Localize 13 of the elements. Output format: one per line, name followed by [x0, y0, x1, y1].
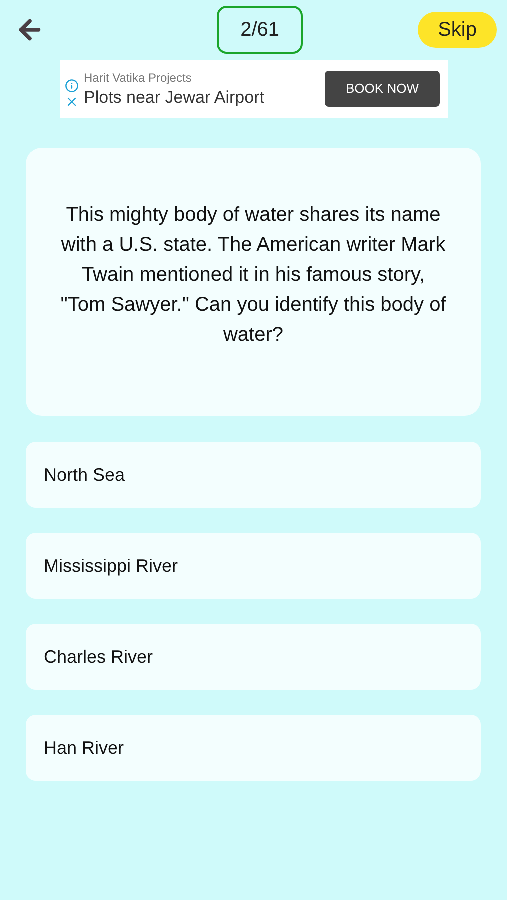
question-text: This mighty body of water shares its name with a U.S. state. The American writer Mark Twain mentioned it in his famous story, "Tom Sawyer." Can you identify this body of water?	[60, 203, 447, 348]
ad-banner[interactable]: Harit Vatika Projects Plots near Jewar Airport BOOK NOW	[60, 60, 448, 118]
info-icon[interactable]	[65, 79, 79, 93]
answer-option[interactable]: North Sea	[26, 442, 481, 508]
skip-button[interactable]: Skip	[418, 12, 497, 48]
ad-advertiser: Harit Vatika Projects	[84, 70, 193, 88]
close-icon[interactable]	[65, 95, 79, 109]
answer-option[interactable]: Han River	[26, 715, 481, 781]
ad-headline: Plots near Jewar Airport	[84, 87, 266, 109]
progress-counter: 2/61	[217, 6, 304, 54]
answer-option[interactable]: Mississippi River	[26, 533, 481, 599]
answer-option[interactable]: Charles River	[26, 624, 481, 690]
book-now-button[interactable]: BOOK NOW	[325, 71, 440, 107]
